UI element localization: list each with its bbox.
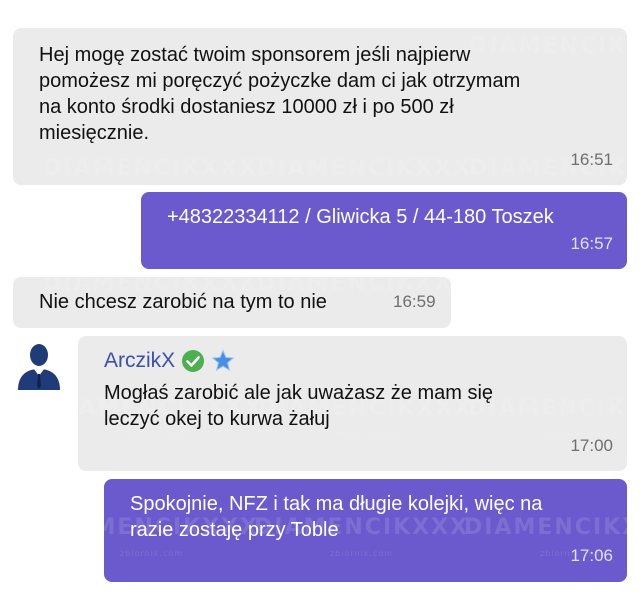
sender-header[interactable]: ArczikX [104,348,235,374]
avatar[interactable] [12,336,66,390]
message-text: Mogłaś zarobić ale jak uważasz że mam si… [104,382,494,430]
message-time: 16:57 [570,234,613,253]
message-bubble-incoming[interactable]: DIAMENCIKXXX DIAMENCIKXXX Nie chcesz zar… [13,271,470,328]
message-text: Hej mogę zostać twoim sponsorem jeśli na… [39,44,521,144]
message-bubble-outgoing[interactable]: DIAMENCIKXXX zbiornik.com DIAMENCIKXXX zbi… [44,479,640,582]
message-bubble-incoming[interactable]: DIAMENCIKXXXzbiornik.com DIAMENCIKXXXzbi… [48,336,640,471]
verified-check-icon [182,350,205,372]
message-time: 16:51 [570,150,613,169]
message-text: +48322334112 / Gliwicka 5 / 44-180 Tosze… [167,206,554,228]
message-time: 16:59 [393,292,436,311]
user-avatar-icon [12,336,66,390]
message-text: Nie chcesz zarobić na tym to nie [39,291,327,313]
star-icon [211,349,235,372]
message-bubble-incoming[interactable]: DIAMENCIKXXXzbiornik.com DIAMENCIKXXXzbi… [13,28,640,199]
message-time: 17:06 [570,546,613,565]
chat-thread: DIAMENCIKXXXzbiornik.com DIAMENCIKXXXzbi… [0,0,640,598]
message-time: 17:00 [570,436,613,455]
sender-name[interactable]: ArczikX [104,348,175,374]
message-text: Spokojnie, NFZ i tak ma długie kolejki, … [130,493,543,541]
message-bubble-outgoing[interactable]: +48322334112 / Gliwicka 5 / 44-180 Tosze… [141,192,627,269]
